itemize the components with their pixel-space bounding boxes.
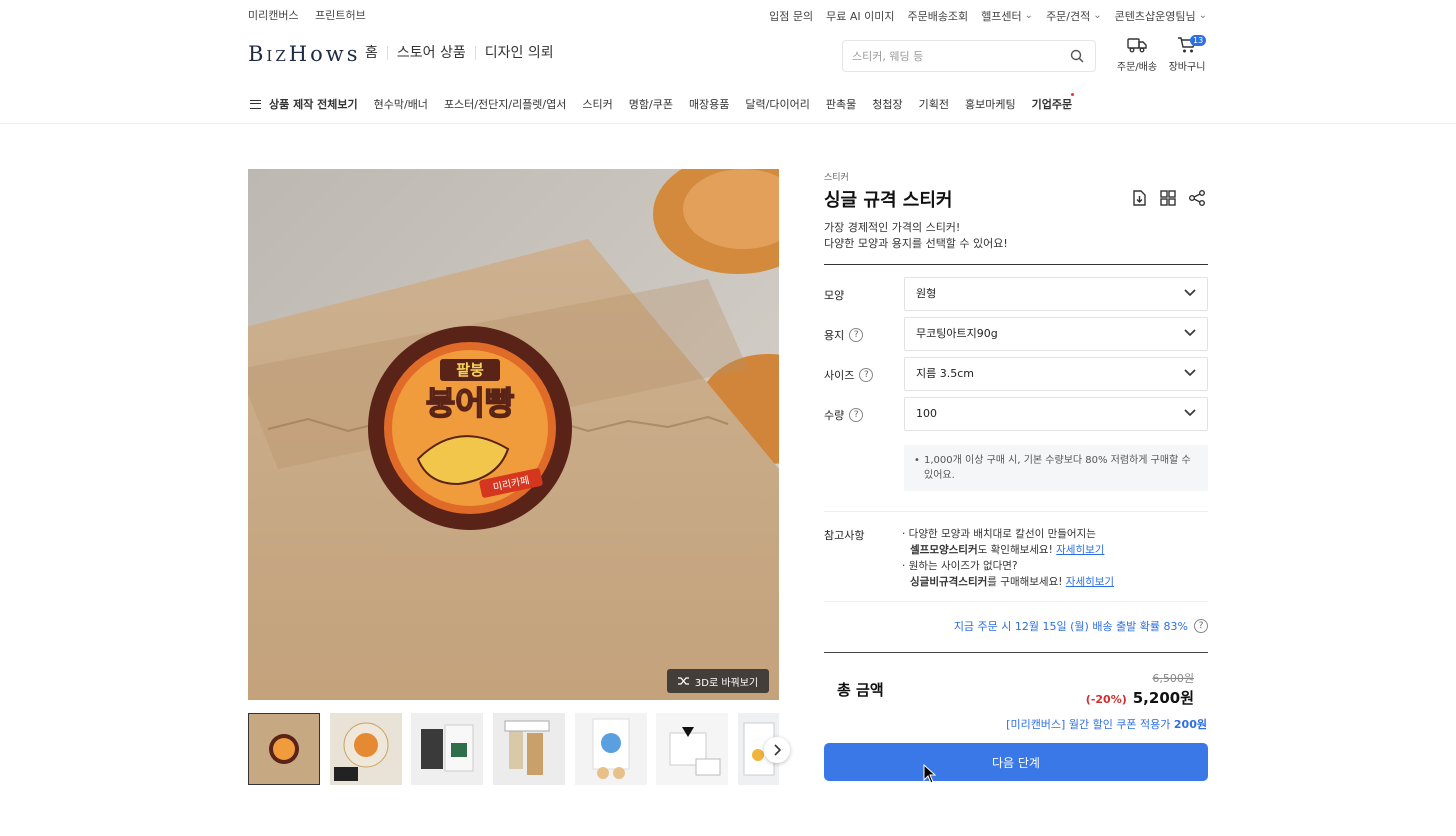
paper-select[interactable]: 무코팅아트지90g	[904, 317, 1208, 351]
price-line: (-20%) 5,200원	[1086, 687, 1194, 708]
order-delivery-button[interactable]: 주문/배송	[1112, 36, 1162, 73]
total-label: 총 금액	[837, 681, 884, 699]
utility-bar: 미리캔버스 프린트허브 입점 문의 무료 AI 이미지 주문배송조회 헬프센터 …	[0, 0, 1456, 28]
nav-home[interactable]: 홈	[365, 46, 388, 60]
chevron-down-icon	[1184, 369, 1196, 377]
coupon-price: [미리캔버스] 월간 할인 쿠폰 적용가 200원	[1006, 718, 1207, 731]
reference-notes: · 다양한 모양과 배치대로 칼선이 만들어지는 셀프모양스티커도 확인해보세요…	[902, 528, 1115, 588]
util-link-partner[interactable]: 입점 문의	[769, 8, 813, 24]
final-price: 5,200원	[1132, 689, 1194, 707]
cart-button[interactable]: 13 장바구니	[1162, 35, 1212, 73]
all-categories-button[interactable]: 상품 제작 전체보기	[250, 96, 358, 112]
category-poster[interactable]: 포스터/전단지/리플렛/엽서	[444, 96, 566, 112]
shuffle-icon	[677, 677, 689, 685]
category-marketing[interactable]: 홍보마케팅	[965, 96, 1016, 112]
view-3d-button[interactable]: 3D로 바꿔보기	[667, 669, 769, 693]
mouse-cursor-icon	[923, 764, 937, 784]
category-bar: 상품 제작 전체보기 현수막/배너 포스터/전단지/리플렛/엽서 스티커 명함/…	[0, 88, 1456, 124]
size-select[interactable]: 지름 3.5cm	[904, 357, 1208, 391]
chevron-down-icon	[1184, 289, 1196, 297]
shape-select[interactable]: 원형	[904, 277, 1208, 311]
search-icon[interactable]	[1070, 49, 1084, 63]
util-dropdown-account[interactable]: 콘텐츠샵운영팀님	[1115, 8, 1207, 24]
thumbnail-next-button[interactable]	[764, 737, 790, 763]
util-link-miricanvas[interactable]: 미리캔버스	[248, 9, 299, 22]
option-label-quantity: 수량?	[824, 407, 864, 423]
category-invitation[interactable]: 청첩장	[872, 96, 902, 112]
nav-design-request[interactable]: 디자인 의뢰	[476, 46, 563, 60]
shipping-estimate: 지금 주문 시 12월 15일 (월) 배송 출발 확률 83% ?	[954, 618, 1208, 634]
chevron-right-icon	[774, 744, 781, 756]
thumbnail-6[interactable]	[656, 713, 728, 785]
utility-right-links: 입점 문의 무료 AI 이미지 주문배송조회 헬프센터 주문/견적 콘텐츠샵운영…	[769, 8, 1207, 24]
thumbnail-5[interactable]	[575, 713, 647, 785]
divider	[824, 601, 1208, 602]
thumbnail-2[interactable]	[330, 713, 402, 785]
divider	[824, 264, 1208, 265]
product-actions	[1130, 189, 1206, 207]
util-dropdown-order-quote[interactable]: 주문/견적	[1046, 8, 1102, 24]
util-dropdown-help[interactable]: 헬프센터	[981, 8, 1033, 24]
help-icon[interactable]: ?	[1194, 619, 1208, 633]
hamburger-icon	[250, 99, 261, 109]
utility-left-links: 미리캔버스 프린트허브	[248, 7, 379, 23]
search-input[interactable]	[843, 41, 1053, 71]
category-calendar[interactable]: 달력/다이어리	[745, 96, 809, 112]
sticker-text-main: 붕어빵	[426, 384, 514, 422]
irregular-sticker-link[interactable]: 자세히보기	[1066, 576, 1114, 588]
category-banner[interactable]: 현수막/배너	[374, 96, 428, 112]
truck-icon	[1127, 38, 1147, 53]
product-category-label: 스티커	[824, 173, 849, 183]
product-main-image[interactable]: 팥붕 붕어빵 미리카페	[248, 169, 779, 700]
category-special[interactable]: 기획전	[919, 96, 949, 112]
cart-count-badge: 13	[1190, 35, 1207, 46]
thumbnail-4[interactable]	[493, 713, 565, 785]
quantity-select[interactable]: 100	[904, 397, 1208, 431]
help-icon[interactable]: ?	[849, 408, 864, 422]
thumbnail-1[interactable]	[248, 713, 320, 785]
sticker-text-top: 팥붕	[456, 361, 484, 379]
next-step-button[interactable]: 다음 단계	[824, 743, 1208, 781]
nav-store-products[interactable]: 스토어 상품	[388, 46, 476, 60]
thumbnail-strip	[248, 713, 779, 785]
chevron-down-icon	[1184, 409, 1196, 417]
main-nav: 홈 스토어 상품 디자인 의뢰	[365, 46, 563, 60]
divider	[824, 511, 1208, 512]
category-namecard[interactable]: 명함/쿠폰	[629, 96, 673, 112]
self-shape-sticker-link[interactable]: 자세히보기	[1056, 544, 1104, 556]
share-icon[interactable]	[1188, 189, 1206, 207]
util-link-order-tracking[interactable]: 주문배송조회	[907, 8, 968, 24]
help-icon[interactable]: ?	[859, 368, 874, 382]
option-label-size: 사이즈?	[824, 367, 874, 383]
original-price: 6,500원	[1152, 672, 1194, 685]
chevron-down-icon	[1184, 329, 1196, 337]
discount-rate: (-20%)	[1085, 693, 1127, 706]
divider	[824, 652, 1208, 653]
category-enterprise[interactable]: 기업주문	[1032, 93, 1075, 112]
option-label-paper: 용지?	[824, 327, 864, 343]
product-title: 싱글 규격 스티커	[824, 190, 953, 211]
category-store-goods[interactable]: 매장용품	[689, 96, 729, 112]
quantity-notice: 1,000개 이상 구매 시, 기본 수량보다 80% 저렴하게 구매할 수 있…	[904, 445, 1208, 491]
download-icon[interactable]	[1130, 189, 1148, 207]
search-box	[842, 40, 1096, 72]
bizhows-logo[interactable]: BizHows	[248, 42, 361, 66]
util-link-printhub[interactable]: 프린트허브	[315, 9, 366, 22]
util-link-ai-image[interactable]: 무료 AI 이미지	[826, 8, 894, 24]
help-icon[interactable]: ?	[849, 328, 864, 342]
category-sticker[interactable]: 스티커	[582, 96, 612, 112]
thumbnail-3[interactable]	[411, 713, 483, 785]
product-description: 가장 경제적인 가격의 스티커! 다양한 모양과 용지를 선택할 수 있어요!	[824, 221, 1008, 250]
option-label-shape: 모양	[824, 289, 845, 302]
category-promo-goods[interactable]: 판촉물	[826, 96, 856, 112]
grid-icon[interactable]	[1159, 189, 1177, 207]
reference-label: 참고사항	[824, 529, 865, 542]
